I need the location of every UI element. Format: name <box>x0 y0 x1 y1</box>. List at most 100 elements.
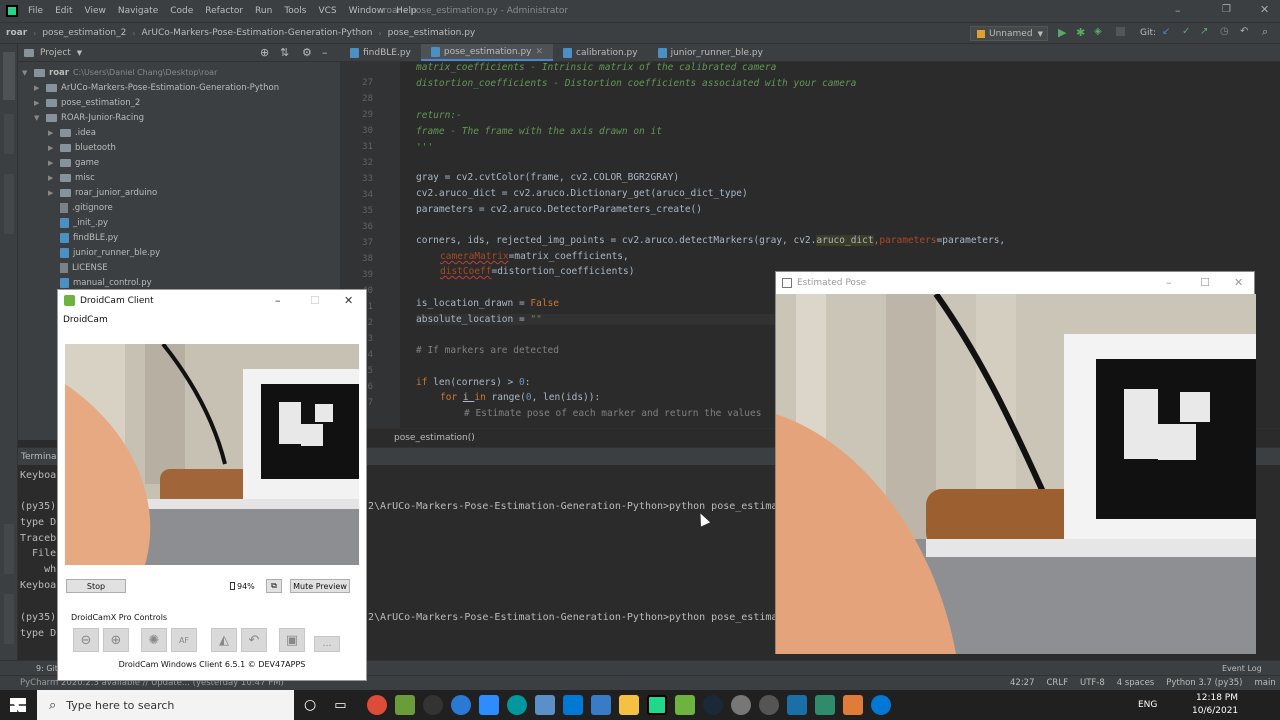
tab-calibration[interactable]: calibration.py <box>553 44 648 61</box>
app5-icon[interactable] <box>814 695 835 715</box>
pull-requests-tool-tab[interactable] <box>4 174 14 234</box>
breadcrumb-pose-estimation-2[interactable]: pose_estimation_2 <box>36 28 132 38</box>
autofocus-button[interactable]: AF <box>171 628 197 652</box>
photos-icon[interactable] <box>562 695 583 715</box>
restore-icon[interactable]: ❐ <box>1222 4 1231 15</box>
coverage-icon[interactable]: ◈ <box>1094 26 1102 37</box>
rollback-icon[interactable]: ↶ <box>1240 26 1248 37</box>
zoom-out-button[interactable]: ⊖ <box>73 628 99 652</box>
chrome-icon[interactable] <box>366 695 387 715</box>
project-panel-title[interactable]: Project <box>40 48 71 58</box>
close-icon[interactable]: ✕ <box>344 294 353 307</box>
app3-icon[interactable] <box>758 695 779 715</box>
arduino-icon[interactable] <box>506 695 527 715</box>
bluetooth-app-icon[interactable] <box>450 695 471 715</box>
tree-item-game[interactable]: ▶ game <box>48 155 99 170</box>
task-view-icon[interactable]: ▭ <box>334 698 346 713</box>
close-tab-icon[interactable]: ✕ <box>536 47 544 57</box>
close-icon[interactable]: ✕ <box>1260 3 1269 16</box>
app4-icon[interactable] <box>786 695 807 715</box>
collapse-icon[interactable]: ⇅ <box>280 46 289 59</box>
clock-time[interactable]: 12:18 PM <box>1196 693 1238 703</box>
minimize-icon[interactable]: – <box>1166 276 1172 289</box>
menu-refactor[interactable]: Refactor <box>199 6 249 16</box>
minimize-icon[interactable]: – <box>1175 4 1181 17</box>
cortana-icon[interactable]: ○ <box>304 697 316 713</box>
tree-item-init[interactable]: _init_.py <box>60 215 108 230</box>
mute-preview-button[interactable]: Mute Preview <box>290 579 350 593</box>
menu-run[interactable]: Run <box>249 6 278 16</box>
menu-navigate[interactable]: Navigate <box>112 6 164 16</box>
structure-tool-tab[interactable] <box>4 524 14 574</box>
app2-icon[interactable] <box>730 695 751 715</box>
screenshot-button[interactable]: ⧉ <box>266 579 282 593</box>
app7-icon[interactable] <box>870 695 891 715</box>
gear-icon[interactable]: ⚙ <box>302 46 312 59</box>
favorites-tool-tab[interactable] <box>4 594 14 644</box>
menu-edit[interactable]: Edit <box>49 6 78 16</box>
tab-findble[interactable]: findBLE.py <box>340 44 421 61</box>
debug-icon[interactable]: ✱ <box>1076 26 1085 39</box>
locate-icon[interactable]: ⊕ <box>260 46 269 59</box>
function-breadcrumb[interactable]: pose_estimation() <box>394 433 475 443</box>
tree-item-idea[interactable]: ▶ .idea <box>48 125 96 140</box>
tree-item-misc[interactable]: ▶ misc <box>48 170 95 185</box>
tree-item-roar-junior[interactable]: ▼ ROAR-Junior-Racing <box>34 110 144 125</box>
app-icon[interactable] <box>422 695 443 715</box>
tree-item-license[interactable]: LICENSE <box>60 260 108 275</box>
light-button[interactable]: ✺ <box>141 628 167 652</box>
tab-pose-estimation[interactable]: pose_estimation.py ✕ <box>420 44 554 61</box>
breadcrumb-roar[interactable]: roar <box>0 28 33 38</box>
taskbar-search[interactable]: ⌕ Type here to search <box>37 690 294 720</box>
breadcrumb-file[interactable]: pose_estimation.py <box>382 28 482 38</box>
line-separator[interactable]: CRLF <box>1047 678 1068 688</box>
tree-item-gitignore[interactable]: .gitignore <box>60 200 113 215</box>
search-everywhere-icon[interactable]: ⌕ <box>1262 25 1268 39</box>
git-history-icon[interactable]: ◷ <box>1220 26 1229 37</box>
network-app-icon[interactable] <box>590 695 611 715</box>
stop-run-icon[interactable] <box>1116 27 1125 36</box>
interpreter[interactable]: Python 3.7 (py35) <box>1166 678 1242 688</box>
tree-item-pose-estimation-2[interactable]: ▶ pose_estimation_2 <box>34 95 140 110</box>
maximize-icon[interactable]: ☐ <box>1200 276 1210 289</box>
project-tool-tab[interactable] <box>3 52 15 100</box>
minimize-icon[interactable]: – <box>275 294 281 307</box>
git-branch[interactable]: main <box>1255 678 1276 688</box>
steam-icon[interactable] <box>702 695 723 715</box>
tab-junior-runner[interactable]: junior_runner_ble.py <box>648 44 773 61</box>
droidcam-icon[interactable] <box>674 695 695 715</box>
git-commit-icon[interactable]: ✓ <box>1182 26 1190 37</box>
clock-date[interactable]: 10/6/2021 <box>1192 706 1238 716</box>
pycharm-icon[interactable] <box>646 695 667 715</box>
menu-code[interactable]: Code <box>164 6 199 16</box>
file-explorer-icon[interactable] <box>618 695 639 715</box>
terminal-title[interactable]: Terminal: <box>21 452 62 462</box>
zoom-in-button[interactable]: ⊕ <box>103 628 129 652</box>
more-button[interactable]: … <box>314 636 340 652</box>
run-config-dropdown[interactable]: Unnamed ▼ <box>970 26 1048 41</box>
virtualbox-icon[interactable] <box>534 695 555 715</box>
caret-position[interactable]: 42:27 <box>1010 678 1035 688</box>
chevron-down-icon[interactable]: ▼ <box>77 49 82 57</box>
event-log-tab[interactable]: Event Log <box>1222 664 1262 673</box>
tree-item-junior-runner[interactable]: junior_runner_ble.py <box>60 245 160 260</box>
tree-item-manual-control[interactable]: manual_control.py <box>60 275 152 290</box>
hide-icon[interactable]: – <box>322 46 328 59</box>
close-icon[interactable]: ✕ <box>1234 276 1243 289</box>
windows-start-icon[interactable] <box>10 698 26 712</box>
breadcrumb-aruco-folder[interactable]: ArUCo-Markers-Pose-Estimation-Generation… <box>136 28 379 38</box>
git-push-icon[interactable]: ↗ <box>1200 26 1208 37</box>
encoding[interactable]: UTF-8 <box>1080 678 1105 688</box>
stop-button[interactable]: Stop <box>66 579 126 593</box>
app6-icon[interactable] <box>842 695 863 715</box>
mirror-button[interactable]: ◭ <box>211 628 237 652</box>
tree-item-roar-junior-arduino[interactable]: ▶ roar_junior_arduino <box>48 185 157 200</box>
language-indicator[interactable]: ENG <box>1138 700 1157 710</box>
rotate-button[interactable]: ↶ <box>241 628 267 652</box>
tree-item-findble[interactable]: findBLE.py <box>60 230 118 245</box>
tree-item-aruco[interactable]: ▶ ArUCo-Markers-Pose-Estimation-Generatio… <box>34 80 279 95</box>
maximize-icon[interactable]: ☐ <box>310 294 320 307</box>
commit-tool-tab[interactable] <box>4 114 14 154</box>
menu-tools[interactable]: Tools <box>278 6 312 16</box>
menu-view[interactable]: View <box>79 6 112 16</box>
